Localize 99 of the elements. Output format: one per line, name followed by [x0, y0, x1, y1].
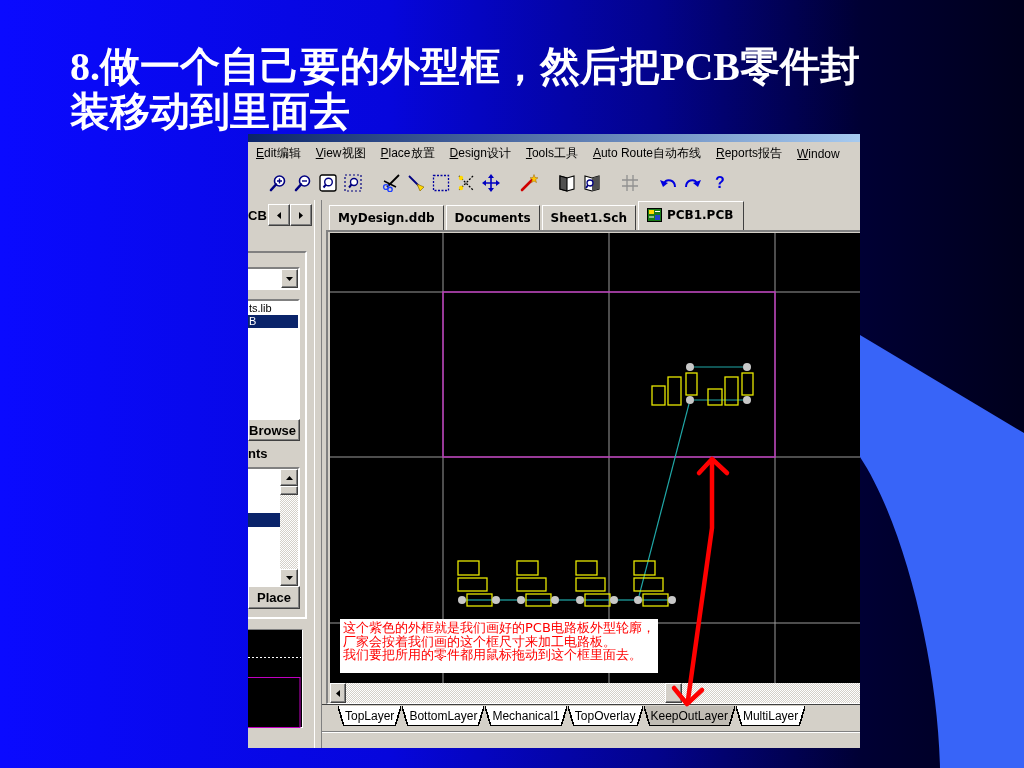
book-magnifier-icon[interactable]: [583, 173, 601, 192]
slide-title: 8.做一个自己要的外型框，然后把PCB零件封装移动到里面去: [70, 44, 861, 134]
down-triangle-icon: [286, 276, 293, 281]
pad[interactable]: [686, 396, 694, 404]
layer-tab[interactable]: KeepOutLayer: [643, 706, 735, 726]
layer-tab[interactable]: BottomLayer: [402, 706, 485, 726]
mini-viewer[interactable]: [248, 629, 303, 728]
component-outline[interactable]: [584, 593, 611, 607]
pad[interactable]: [551, 596, 559, 604]
left-triangle-icon: [277, 211, 281, 219]
layer-tab[interactable]: MultiLayer: [735, 706, 806, 726]
component-outline[interactable]: [516, 577, 547, 592]
menu-item[interactable]: View视图: [315, 145, 366, 162]
book-icon[interactable]: [558, 173, 576, 192]
scroll-down-button[interactable]: [280, 569, 298, 586]
menu-item[interactable]: Window: [797, 146, 840, 161]
menu-item[interactable]: Tools工具: [525, 145, 578, 162]
library-dropdown[interactable]: [248, 267, 300, 290]
pad[interactable]: [743, 363, 751, 371]
ratsnest-line[interactable]: [638, 403, 690, 597]
pad[interactable]: [610, 596, 618, 604]
document-tab[interactable]: Sheet1.Sch: [541, 205, 636, 230]
list-item[interactable]: ts.lib: [248, 302, 298, 315]
move-icon[interactable]: [482, 173, 500, 192]
left-triangle-icon: [336, 689, 340, 697]
menu-item[interactable]: Reports报告: [716, 145, 782, 162]
panel-label: nts: [248, 445, 269, 463]
menu-item[interactable]: Auto Route自动布线: [592, 145, 701, 162]
annotation-note: 这个紫色的外框就是我们画好的PCB电路板外型轮廓， 厂家会按着我们画的这个框尺寸来加工电路板。 我们要把所用的零件都用鼠标拖动到这个框里面去。: [340, 619, 658, 673]
panel-tab-label[interactable]: CB: [248, 207, 268, 223]
board-document-icon: [646, 208, 662, 222]
component-outline[interactable]: [516, 560, 539, 576]
pad[interactable]: [686, 363, 694, 371]
component-outline[interactable]: [724, 376, 739, 406]
ratsnest-line[interactable]: [617, 599, 635, 601]
board-preview-drawing: [248, 657, 301, 728]
vertical-scrollbar[interactable]: [280, 469, 298, 586]
scroll-left-button[interactable]: [330, 683, 346, 703]
horizontal-scrollbar[interactable]: [330, 683, 860, 703]
scroll-up-button[interactable]: [280, 469, 298, 486]
zoom-area-icon[interactable]: [344, 173, 362, 192]
menu-item[interactable]: Edit编辑: [256, 145, 301, 162]
component-outline[interactable]: [575, 560, 598, 576]
document-tab[interactable]: Documents: [445, 205, 540, 230]
component-outline[interactable]: [457, 560, 480, 576]
menu-item[interactable]: Place放置: [380, 145, 435, 162]
pad[interactable]: [743, 396, 751, 404]
ratsnest-line[interactable]: [693, 399, 744, 401]
pad[interactable]: [517, 596, 525, 604]
ratsnest-line[interactable]: [465, 599, 493, 601]
list-item[interactable]: B: [248, 315, 298, 328]
layer-tab[interactable]: Mechanical1: [485, 706, 567, 726]
ratsnest-line[interactable]: [693, 366, 744, 368]
component-outline[interactable]: [667, 376, 682, 406]
dropdown-button[interactable]: [281, 269, 298, 288]
dashed-cross-icon[interactable]: [457, 173, 475, 192]
component-outline[interactable]: [685, 372, 698, 396]
component-outline[interactable]: [525, 593, 552, 607]
pad[interactable]: [458, 596, 466, 604]
component-outline[interactable]: [651, 385, 666, 406]
layer-tab[interactable]: TopLayer: [338, 706, 402, 726]
component-outline[interactable]: [633, 560, 656, 576]
brush-icon[interactable]: [407, 173, 425, 192]
wand-icon[interactable]: [520, 173, 538, 192]
document-tab[interactable]: PCB1.PCB: [637, 201, 745, 230]
component-outline[interactable]: [707, 388, 723, 406]
component-outline[interactable]: [633, 577, 664, 592]
zoom-out-icon[interactable]: [294, 173, 312, 192]
component-outline[interactable]: [642, 593, 669, 607]
component-outline[interactable]: [466, 593, 493, 607]
scroll-thumb[interactable]: [280, 486, 298, 495]
ratsnest-line[interactable]: [499, 599, 518, 601]
zoom-fit-icon[interactable]: [319, 173, 337, 192]
menu-item[interactable]: Design设计: [449, 145, 511, 162]
browse-button[interactable]: Browse: [248, 419, 300, 441]
tab-scroll-left-button[interactable]: [268, 204, 290, 226]
ratsnest-line[interactable]: [641, 599, 669, 601]
help-button[interactable]: ?: [715, 173, 725, 192]
pad[interactable]: [634, 596, 642, 604]
up-triangle-icon: [285, 475, 293, 480]
panel-splitter[interactable]: [314, 200, 322, 748]
tab-scroll-right-button[interactable]: [290, 204, 312, 226]
pad[interactable]: [668, 596, 676, 604]
ratsnest-line[interactable]: [583, 599, 611, 601]
ratsnest-line[interactable]: [524, 599, 552, 601]
component-outline[interactable]: [741, 372, 754, 396]
scissors-icon[interactable]: [382, 173, 400, 192]
component-outline[interactable]: [457, 577, 488, 592]
document-tab[interactable]: MyDesign.ddb: [329, 205, 444, 230]
component-outline[interactable]: [575, 577, 606, 592]
right-triangle-icon: [299, 211, 303, 219]
zoom-in-icon[interactable]: [269, 173, 287, 192]
ratsnest-line[interactable]: [558, 599, 577, 601]
dashed-rectangle-icon[interactable]: [432, 173, 450, 192]
down-triangle-icon: [285, 575, 293, 580]
pad[interactable]: [576, 596, 584, 604]
layer-tab[interactable]: TopOverlay: [567, 706, 643, 726]
pad[interactable]: [492, 596, 500, 604]
place-button[interactable]: Place: [248, 586, 300, 609]
